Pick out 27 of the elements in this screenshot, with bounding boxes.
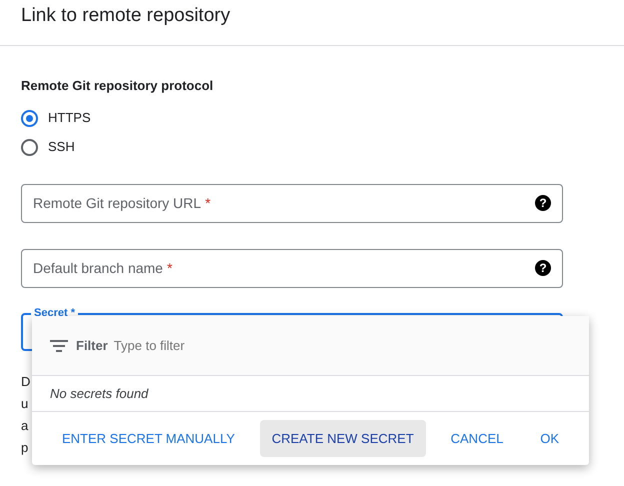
- dialog-button[interactable]: OK: [528, 420, 571, 458]
- dialog-button[interactable]: ENTER SECRET MANUALLY: [50, 420, 247, 458]
- help-icon[interactable]: ?: [535, 260, 551, 276]
- required-mark: *: [166, 258, 172, 278]
- radio-button[interactable]: [21, 138, 38, 156]
- paragraph-text: D: [21, 372, 30, 390]
- paragraph-text: p: [21, 438, 28, 457]
- dialog-button[interactable]: CREATE NEW SECRET: [260, 420, 426, 458]
- filter-icon: [50, 340, 68, 352]
- placeholder-text: Remote Git repository URL: [33, 194, 202, 213]
- radio-label: SSH: [48, 138, 75, 156]
- field-label: Remote Git repository protocol: [21, 77, 214, 95]
- radio-label: HTTPS: [48, 109, 91, 128]
- filter-input[interactable]: Type to filter: [112, 334, 571, 356]
- dialog-button[interactable]: CANCEL: [438, 420, 516, 458]
- input-field[interactable]: Remote Git repository URL * ?: [21, 184, 563, 222]
- placeholder-text: Default branch name: [33, 258, 163, 278]
- filter-label: Filter: [76, 336, 108, 355]
- paragraph-text: u: [21, 394, 28, 412]
- dialog-title: Link to remote repository: [21, 5, 232, 28]
- input-field[interactable]: Default branch name * ?: [21, 248, 563, 288]
- filter-bar[interactable]: Filter Type to filter: [32, 316, 589, 376]
- help-icon[interactable]: ?: [535, 195, 551, 211]
- required-mark: *: [205, 194, 211, 212]
- empty-message: No secrets found: [50, 384, 148, 403]
- radio-button[interactable]: [21, 110, 38, 126]
- paragraph-text: a: [21, 416, 28, 434]
